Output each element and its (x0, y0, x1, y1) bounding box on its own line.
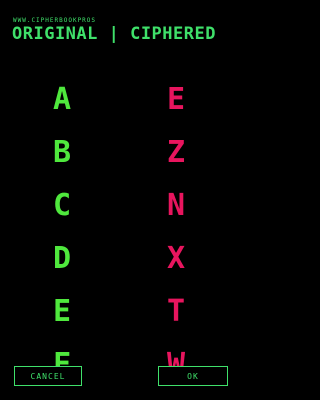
original-letter: A (52, 82, 72, 117)
ok-button[interactable]: OK (158, 366, 228, 386)
ciphered-column: E Z N X T W (156, 82, 196, 400)
page-title: ORIGINAL | CIPHERED (12, 24, 216, 44)
ciphered-letter[interactable]: N (156, 188, 196, 241)
cancel-button[interactable]: CANCEL (14, 366, 82, 386)
original-letter: B (52, 135, 72, 170)
original-letter: D (52, 241, 72, 276)
ciphered-letter[interactable]: E (156, 82, 196, 135)
original-column: A B C D E F (42, 82, 82, 400)
original-letter: E (52, 294, 72, 329)
ciphered-letter[interactable]: X (156, 241, 196, 294)
header-url: WWW.CIPHERBOOKPROS (13, 17, 97, 24)
original-letter: C (52, 188, 72, 223)
ciphered-letter[interactable]: T (156, 294, 196, 347)
ciphered-letter[interactable]: Z (156, 135, 196, 188)
